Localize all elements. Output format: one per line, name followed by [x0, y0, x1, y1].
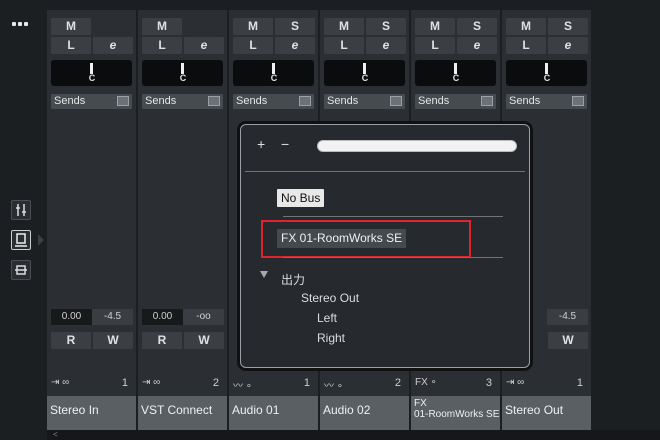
- volume-readout[interactable]: 0.00: [142, 309, 183, 325]
- expand-arrow-icon[interactable]: [38, 234, 44, 246]
- collapse-triangle-icon[interactable]: [260, 271, 268, 278]
- solo-button[interactable]: S: [548, 18, 588, 35]
- channel-name[interactable]: FX 01-RoomWorks SE: [411, 396, 500, 430]
- no-bus-item[interactable]: No Bus: [277, 189, 325, 207]
- left-toolbar: [0, 0, 45, 440]
- scroll-left-icon[interactable]: <: [53, 430, 58, 439]
- pan-control[interactable]: C: [415, 60, 496, 86]
- listen-button[interactable]: L: [233, 37, 273, 54]
- input-link-icon: ⇥ ∞: [142, 377, 161, 388]
- horizontal-scrollbar[interactable]: <: [47, 430, 660, 440]
- edit-button[interactable]: e: [93, 37, 133, 54]
- highlight-box: [261, 220, 471, 258]
- mute-button[interactable]: M: [324, 18, 364, 35]
- level-readout: -4.5: [547, 309, 588, 325]
- sends-button[interactable]: Sends: [415, 94, 496, 109]
- sends-button[interactable]: Sends: [142, 94, 223, 109]
- listen-button[interactable]: L: [142, 37, 182, 54]
- menu-dots-icon[interactable]: [12, 22, 28, 26]
- monitor-icon[interactable]: [11, 230, 31, 250]
- sends-button[interactable]: Sends: [233, 94, 314, 109]
- routing-row: 〰 ∘ 2: [324, 377, 401, 392]
- faders-icon[interactable]: [11, 200, 31, 220]
- divider: [283, 216, 503, 217]
- sends-display-icon[interactable]: [299, 96, 311, 106]
- pan-control[interactable]: C: [324, 60, 405, 86]
- routing-row: ⇥ ∞ 1: [506, 377, 583, 389]
- channel-name[interactable]: Stereo Out: [502, 396, 591, 430]
- edit-button[interactable]: e: [548, 37, 588, 54]
- left-item[interactable]: Left: [317, 311, 337, 325]
- level-readout: -4.5: [92, 309, 133, 325]
- pan-control[interactable]: C: [142, 60, 223, 86]
- channel-name[interactable]: Audio 02: [320, 396, 409, 430]
- routing-row: 〰 ∘ 1: [233, 377, 310, 392]
- sends-button[interactable]: Sends: [324, 94, 405, 109]
- solo-button[interactable]: S: [366, 18, 406, 35]
- edit-button[interactable]: e: [184, 37, 224, 54]
- listen-button[interactable]: L: [506, 37, 546, 54]
- routing-popup: + − No Bus FX 01-RoomWorks SE 出力 Stereo …: [240, 124, 530, 368]
- sends-display-icon[interactable]: [390, 96, 402, 106]
- channel-name[interactable]: Stereo In: [47, 396, 136, 430]
- input-link-icon: ⇥ ∞: [51, 377, 70, 388]
- fx-icon: FX ∘: [415, 377, 437, 388]
- divider: [245, 171, 525, 172]
- write-button[interactable]: W: [548, 332, 588, 349]
- sends-display-icon[interactable]: [117, 96, 129, 106]
- routing-icon[interactable]: [11, 260, 31, 280]
- read-button[interactable]: R: [51, 332, 91, 349]
- pan-control[interactable]: C: [51, 60, 132, 86]
- channel-strip-vst-connect: M L e C Sends 0.00 -oo R W ⇥ ∞ 2 VST Conn…: [138, 10, 227, 430]
- write-button[interactable]: W: [184, 332, 224, 349]
- edit-button[interactable]: e: [275, 37, 315, 54]
- output-group-label[interactable]: 出力: [281, 271, 305, 288]
- listen-button[interactable]: L: [51, 37, 91, 54]
- level-readout: -oo: [183, 309, 224, 325]
- sends-button[interactable]: Sends: [51, 94, 132, 109]
- sends-display-icon[interactable]: [208, 96, 220, 106]
- write-button[interactable]: W: [93, 332, 133, 349]
- edit-button[interactable]: e: [366, 37, 406, 54]
- solo-button[interactable]: S: [275, 18, 315, 35]
- stereo-out-item[interactable]: Stereo Out: [301, 291, 359, 305]
- solo-button[interactable]: S: [457, 18, 497, 35]
- output-link-icon: ⇥ ∞: [506, 377, 525, 388]
- mute-button[interactable]: M: [415, 18, 455, 35]
- pan-control[interactable]: C: [233, 60, 314, 86]
- mute-button[interactable]: M: [233, 18, 273, 35]
- search-input[interactable]: [317, 140, 517, 152]
- add-button[interactable]: +: [257, 136, 265, 152]
- mute-button[interactable]: M: [51, 18, 91, 35]
- sends-button[interactable]: Sends: [506, 94, 587, 109]
- audio-wave-icon: 〰 ∘: [324, 381, 344, 392]
- divider: [283, 257, 503, 258]
- pan-control[interactable]: C: [506, 60, 587, 86]
- edit-button[interactable]: e: [457, 37, 497, 54]
- routing-row: ⇥ ∞ 2: [142, 377, 219, 389]
- listen-button[interactable]: L: [324, 37, 364, 54]
- read-button[interactable]: R: [142, 332, 182, 349]
- sends-display-icon[interactable]: [572, 96, 584, 106]
- volume-readout[interactable]: 0.00: [51, 309, 92, 325]
- listen-button[interactable]: L: [415, 37, 455, 54]
- routing-row: FX ∘ 3: [415, 377, 492, 389]
- mute-button[interactable]: M: [142, 18, 182, 35]
- routing-row: ⇥ ∞ 1: [51, 377, 128, 389]
- mute-button[interactable]: M: [506, 18, 546, 35]
- sends-display-icon[interactable]: [481, 96, 493, 106]
- channel-strip-stereo-in: M L e C Sends 0.00 -4.5 R W ⇥ ∞ 1 Stereo …: [47, 10, 136, 430]
- audio-wave-icon: 〰 ∘: [233, 381, 253, 392]
- channel-name[interactable]: VST Connect: [138, 396, 227, 430]
- right-item[interactable]: Right: [317, 331, 345, 345]
- remove-button[interactable]: −: [281, 136, 289, 152]
- channel-name[interactable]: Audio 01: [229, 396, 318, 430]
